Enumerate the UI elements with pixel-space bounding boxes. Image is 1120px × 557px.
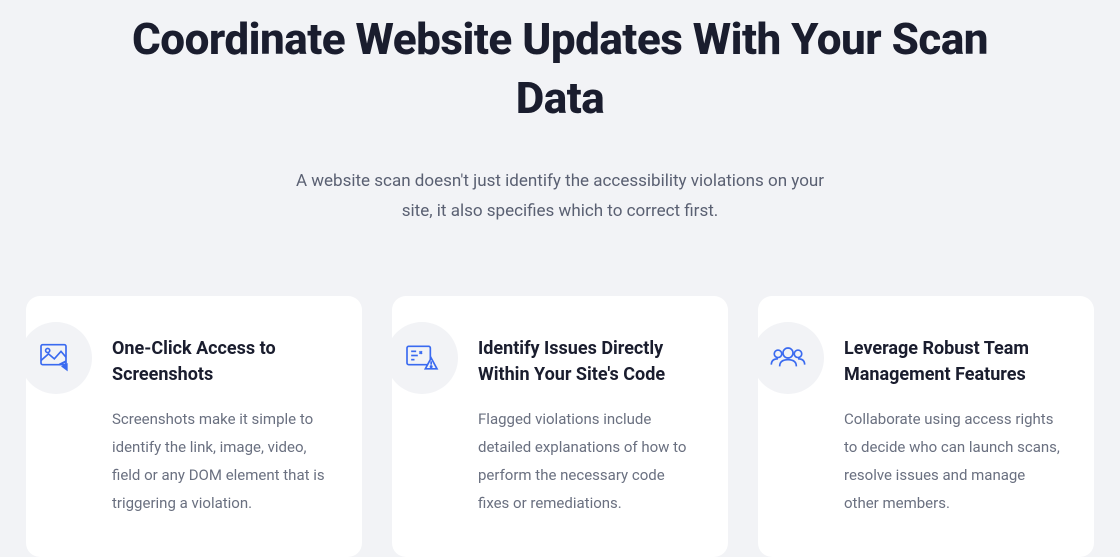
- feature-section: Coordinate Website Updates With Your Sca…: [0, 0, 1120, 557]
- feature-card-screenshots: One-Click Access to Screenshots Screensh…: [26, 296, 362, 557]
- section-heading: Coordinate Website Updates With Your Sca…: [20, 10, 1100, 129]
- feature-card-code-issues: Identify Issues Directly Within Your Sit…: [392, 296, 728, 557]
- code-warning-icon: [386, 322, 458, 394]
- feature-card-description: Flagged violations include detailed expl…: [478, 406, 694, 517]
- team-icon: [752, 322, 824, 394]
- feature-card-title: Leverage Robust Team Management Features: [844, 336, 1060, 388]
- feature-cards-row: One-Click Access to Screenshots Screensh…: [20, 296, 1100, 557]
- feature-card-description: Collaborate using access rights to decid…: [844, 406, 1060, 517]
- feature-card-description: Screenshots make it simple to identify t…: [112, 406, 328, 517]
- screenshot-icon: [20, 322, 92, 394]
- feature-card-title: One-Click Access to Screenshots: [112, 336, 328, 388]
- section-subheading: A website scan doesn't just identify the…: [280, 167, 840, 227]
- feature-card-team: Leverage Robust Team Management Features…: [758, 296, 1094, 557]
- feature-card-title: Identify Issues Directly Within Your Sit…: [478, 336, 694, 388]
